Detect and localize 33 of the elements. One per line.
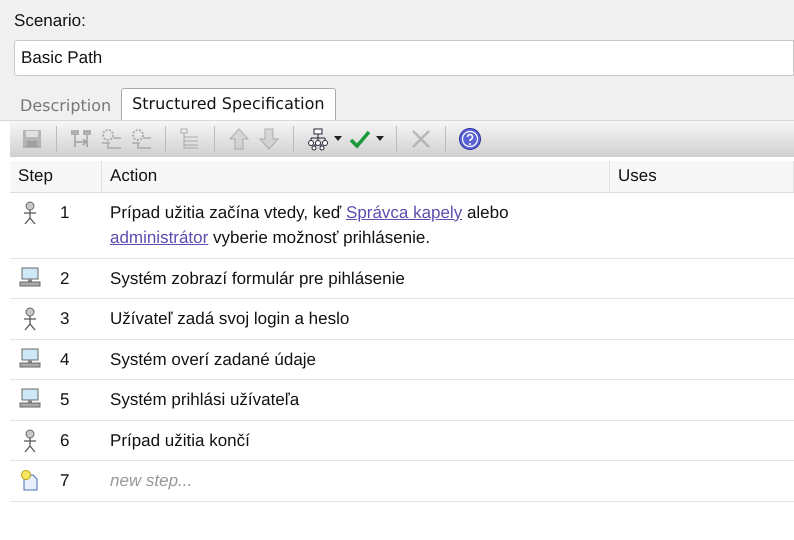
computer-icon — [19, 348, 41, 368]
action-text: Prípad užitia končí — [110, 430, 250, 450]
step-number: 7 — [60, 470, 70, 492]
scenario-field[interactable]: Basic Path — [14, 40, 794, 76]
actor-icon — [22, 428, 38, 452]
action-text: Systém prihlási užívateľa — [110, 390, 300, 409]
scenario-label: Scenario: — [14, 10, 86, 32]
step-number: 3 — [60, 308, 70, 330]
step-number: 6 — [60, 430, 70, 452]
actor-link[interactable]: administrátor — [110, 228, 208, 247]
column-header[interactable]: Uses — [610, 160, 794, 192]
actor-icon — [22, 307, 38, 331]
action-text: Systém zobrazí formulár pre pihlásenie — [110, 268, 405, 288]
column-header[interactable]: Action — [102, 160, 610, 192]
computer-icon — [19, 266, 41, 286]
computer-icon — [19, 388, 41, 408]
dropdown-caret-icon[interactable] — [376, 136, 384, 141]
dropdown-caret-icon[interactable] — [334, 136, 342, 141]
tab[interactable]: Structured Specification — [121, 88, 336, 120]
action-text: Systém overí zadané údaje — [110, 350, 316, 368]
step-number: 2 — [60, 268, 70, 290]
new-step-icon — [20, 469, 40, 491]
column-header[interactable]: Step — [10, 160, 102, 192]
step-number: 4 — [60, 348, 70, 370]
step-number: 5 — [60, 389, 70, 411]
action-text: Užívateľ zadá svoj login a heslo — [110, 309, 350, 328]
step-number: 1 — [60, 202, 70, 224]
hierarchy-icon[interactable] — [306, 126, 330, 150]
help-icon[interactable] — [458, 126, 482, 150]
actor-icon — [22, 200, 38, 224]
action-text: Prípad užitia začína vtedy, keď Správca kapely alebo administrátor vyberie možnosť prihlásenie. — [110, 202, 509, 247]
actor-link[interactable]: Správca kapely — [346, 202, 462, 222]
tab[interactable]: Description — [10, 92, 122, 120]
